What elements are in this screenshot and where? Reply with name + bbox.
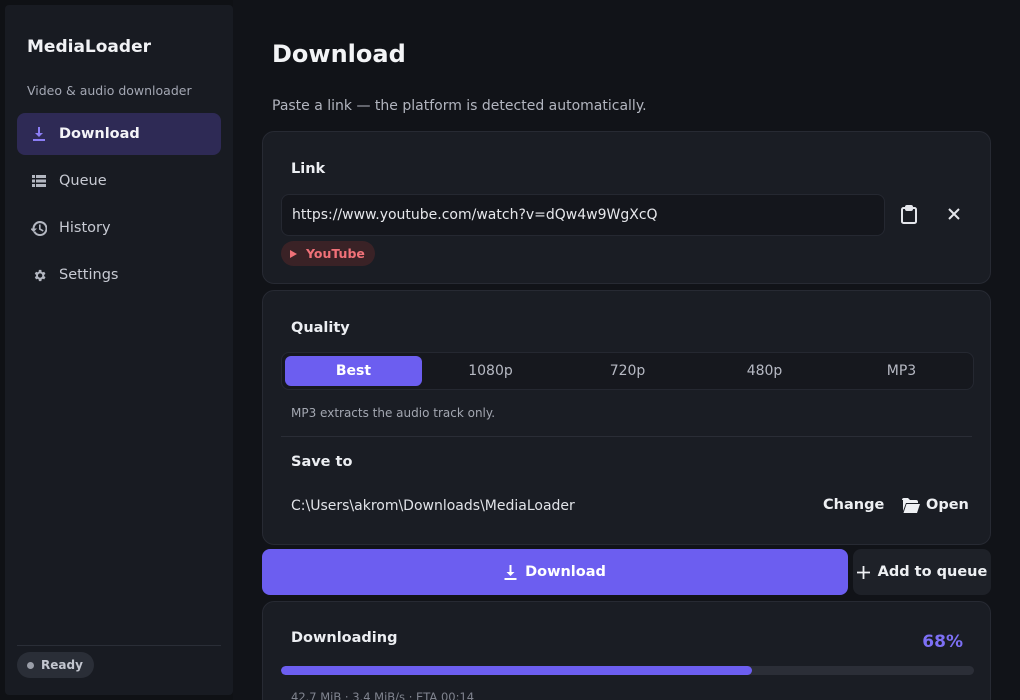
status-badge: Ready (17, 652, 94, 678)
progress-bar (281, 666, 974, 675)
sidebar-item-label: Queue (59, 173, 107, 189)
sidebar-nav: Download Queue History Settings (17, 113, 221, 301)
play-icon (290, 249, 297, 258)
quality-option-720p[interactable]: 720p (559, 356, 696, 386)
quality-option-mp3[interactable]: MP3 (833, 356, 970, 386)
download-button-label: Download (525, 564, 606, 580)
list-icon (31, 173, 47, 189)
quality-option-480p[interactable]: 480p (696, 356, 833, 386)
sidebar-item-label: Download (59, 126, 140, 142)
close-icon (948, 208, 960, 220)
progress-card: Downloading 68% 42.7 MiB · 3.4 MiB/s · E… (262, 601, 991, 700)
sidebar: MediaLoader Video & audio downloader Dow… (5, 5, 233, 695)
page-description: Paste a link — the platform is detected … (272, 98, 647, 114)
sidebar-item-settings[interactable]: Settings (17, 254, 221, 296)
progress-bar-fill (281, 666, 753, 675)
download-icon (504, 564, 517, 580)
quality-option-best[interactable]: Best (285, 356, 422, 386)
sidebar-item-download[interactable]: Download (17, 113, 221, 155)
download-button[interactable]: Download (262, 549, 848, 595)
sidebar-item-queue[interactable]: Queue (17, 160, 221, 202)
change-button[interactable]: Change (823, 497, 884, 513)
options-card: Quality Best 1080p 720p 480p MP3 MP3 ext… (262, 290, 991, 545)
sidebar-item-history[interactable]: History (17, 207, 221, 249)
sidebar-item-label: Settings (59, 267, 119, 283)
main-content: Download Paste a link — the platform is … (233, 0, 1020, 700)
save-path: C:\Users\akrom\Downloads\MediaLoader (291, 498, 575, 514)
plus-icon (856, 565, 870, 579)
clipboard-icon (901, 204, 917, 224)
page-title: Download (272, 40, 406, 68)
link-label: Link (291, 161, 326, 177)
open-label: Open (926, 497, 969, 513)
quality-hint: MP3 extracts the audio track only. (291, 406, 496, 420)
section-divider (281, 436, 972, 437)
app-title: MediaLoader (27, 37, 151, 57)
quality-option-1080p[interactable]: 1080p (422, 356, 559, 386)
app-subtitle: Video & audio downloader (27, 83, 192, 98)
status-text: Ready (41, 658, 83, 672)
platform-name: YouTube (306, 246, 365, 261)
gear-icon (31, 267, 47, 283)
progress-label: Downloading (291, 630, 398, 646)
quality-label: Quality (291, 320, 350, 336)
add-to-queue-button[interactable]: Add to queue (853, 549, 991, 595)
clear-button[interactable] (940, 200, 968, 228)
history-icon (31, 220, 47, 236)
status-dot (27, 661, 34, 669)
progress-stats: 42.7 MiB · 3.4 MiB/s · ETA 00:14 (291, 690, 475, 700)
folder-icon (902, 497, 920, 513)
link-card: Link https://www.youtube.com/watch?v=dQw… (262, 131, 991, 284)
open-button[interactable]: Open (902, 497, 969, 513)
sidebar-divider (17, 645, 221, 646)
save-label: Save to (291, 454, 353, 470)
paste-button[interactable] (895, 200, 923, 228)
platform-badge: YouTube (281, 241, 375, 266)
download-icon (31, 126, 47, 142)
progress-percent: 68% (922, 632, 963, 652)
sidebar-item-label: History (59, 220, 111, 236)
quality-selector: Best 1080p 720p 480p MP3 (281, 352, 974, 390)
add-to-queue-label: Add to queue (877, 564, 988, 580)
url-input[interactable]: https://www.youtube.com/watch?v=dQw4w9Wg… (281, 194, 885, 236)
